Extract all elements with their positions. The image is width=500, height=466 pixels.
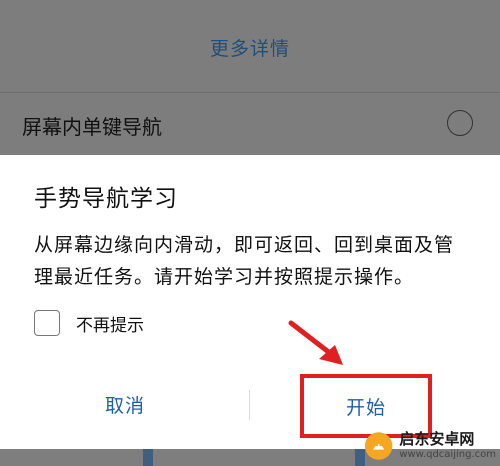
more-details-link[interactable]: 更多详情 — [0, 34, 500, 61]
button-divider — [249, 390, 250, 420]
page-root: 更多详情 屏幕内单键导航 手势导航学习 从屏幕边缘向内滑动，即可返回、回到桌面及… — [0, 0, 500, 466]
android-logo-icon — [364, 432, 393, 460]
watermark: 启东安卓网 www.qdcaijing.com — [364, 428, 496, 464]
watermark-title: 启东安卓网 — [399, 430, 475, 448]
dialog-message: 从屏幕边缘向内滑动，即可返回、回到桌面及管理最近任务。请开始学习并按照提示操作。 — [34, 234, 455, 288]
dont-show-again-checkbox[interactable] — [34, 310, 60, 336]
watermark-url: www.qdcaijing.com — [399, 449, 496, 460]
option-row-single-key-navigation[interactable]: 屏幕内单键导航 — [0, 93, 500, 155]
gesture-navigation-dialog: 手势导航学习 从屏幕边缘向内滑动，即可返回、回到桌面及管理最近任务。请开始学习并… — [0, 155, 500, 449]
option-label: 屏幕内单键导航 — [22, 115, 162, 139]
cancel-button[interactable]: 取消 — [0, 379, 250, 429]
background-settings: 更多详情 屏幕内单键导航 — [0, 0, 500, 155]
watermark-text: 启东安卓网 www.qdcaijing.com — [399, 432, 496, 460]
single-key-navigation-radio[interactable] — [447, 110, 473, 136]
dont-show-again-label: 不再提示 — [76, 315, 144, 336]
dont-show-again-row[interactable]: 不再提示 — [34, 306, 144, 340]
annotation-arrow-icon — [288, 320, 343, 365]
background-bottom-block — [143, 449, 153, 466]
dialog-title: 手势导航学习 — [34, 186, 178, 212]
